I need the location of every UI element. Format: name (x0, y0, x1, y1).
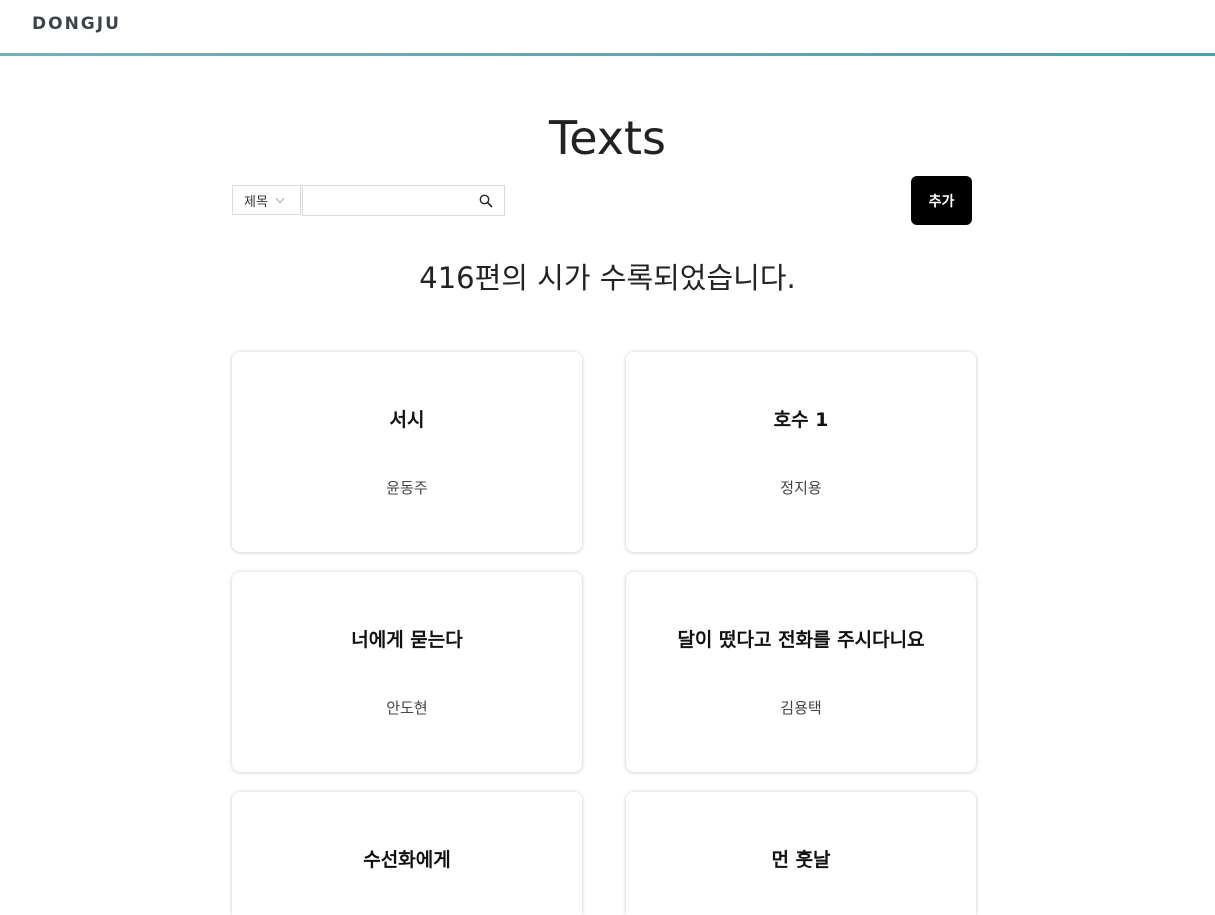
search-box (302, 185, 505, 216)
poem-author: 안도현 (386, 699, 428, 717)
poem-author: 윤동주 (386, 479, 428, 497)
poem-title: 수선화에게 (363, 849, 451, 871)
poem-title: 서시 (389, 409, 425, 431)
top-navbar: DONGJU (0, 0, 1215, 53)
poem-title: 먼 훗날 (771, 849, 831, 871)
navbar-accent-line (0, 53, 1215, 56)
poem-title: 호수 1 (773, 409, 829, 431)
search-icon[interactable] (478, 193, 494, 209)
poem-card[interactable]: 달이 떴다고 전화를 주시다니요 김용택 (626, 572, 976, 772)
poem-author: 김용택 (780, 699, 822, 717)
chevron-down-icon (275, 197, 285, 204)
poem-card[interactable]: 먼 훗날 (626, 792, 976, 915)
search-input[interactable] (309, 189, 473, 213)
poem-card[interactable]: 너에게 묻는다 안도현 (232, 572, 582, 772)
poem-card[interactable]: 수선화에게 (232, 792, 582, 915)
add-button[interactable]: 추가 (911, 176, 972, 225)
poem-card[interactable]: 호수 1 정지용 (626, 352, 976, 552)
poem-card[interactable]: 서시 윤동주 (232, 352, 582, 552)
logo[interactable]: DONGJU (32, 14, 121, 34)
page-title: Texts (549, 111, 666, 165)
poem-author: 정지용 (780, 479, 822, 497)
search-field-select-label: 제목 (244, 194, 268, 210)
search-field-select[interactable]: 제목 (232, 185, 301, 215)
poem-title: 달이 떴다고 전화를 주시다니요 (677, 629, 925, 651)
poem-count-text: 416편의 시가 수록되었습니다. (419, 261, 796, 295)
poem-title: 너에게 묻는다 (351, 629, 463, 651)
